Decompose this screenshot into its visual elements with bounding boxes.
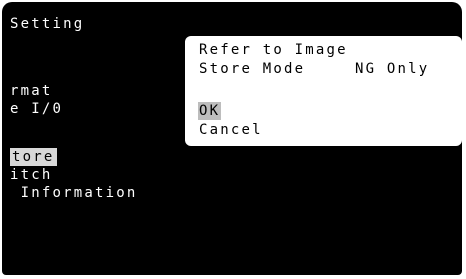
store-mode-value[interactable]: NG Only (355, 60, 429, 78)
menu-title: Setting (10, 16, 85, 32)
ok-button[interactable]: OK (198, 102, 222, 120)
menu-item-switch[interactable]: itch (10, 166, 53, 184)
store-dialog: Refer to Image Store Mode NG Only OK Can… (185, 36, 462, 146)
dialog-refer-line: Refer to Image (199, 42, 348, 58)
menu-item-format[interactable]: rmat (10, 82, 53, 100)
device-screen: Setting rmat e I/0 tore itch Information… (2, 2, 462, 275)
cancel-button[interactable]: Cancel (199, 121, 263, 139)
store-mode-label: Store Mode (199, 61, 306, 77)
menu-item-store[interactable]: tore (10, 148, 57, 166)
menu-item-information[interactable]: Information (10, 184, 138, 202)
menu-item-io[interactable]: e I/0 (10, 100, 63, 118)
